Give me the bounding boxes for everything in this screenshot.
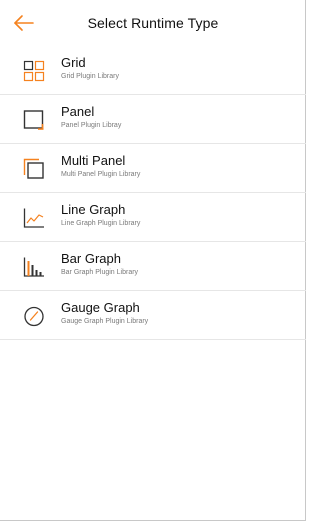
panel-icon bbox=[23, 110, 44, 130]
app-screen: Select Runtime Type Grid Grid Plugin Lib… bbox=[0, 0, 306, 521]
multi-panel-icon bbox=[23, 158, 44, 179]
item-label: Panel bbox=[61, 104, 95, 119]
item-sublabel: Gauge Graph Plugin Library bbox=[61, 318, 149, 325]
line-graph-icon bbox=[23, 208, 44, 228]
item-sublabel: Line Graph Plugin Library bbox=[61, 220, 141, 227]
list-item-bar-graph[interactable]: Bar Graph Bar Graph Plugin Library bbox=[0, 242, 306, 291]
list-item-gauge-graph[interactable]: Gauge Graph Gauge Graph Plugin Library bbox=[0, 291, 306, 340]
item-sublabel: Panel Plugin Libray bbox=[61, 122, 122, 129]
item-sublabel: Multi Panel Plugin Library bbox=[61, 171, 141, 178]
item-label: Line Graph bbox=[61, 202, 126, 217]
header: Select Runtime Type bbox=[0, 0, 306, 46]
item-label: Bar Graph bbox=[61, 251, 121, 266]
item-label: Multi Panel bbox=[61, 153, 126, 168]
item-sublabel: Bar Graph Plugin Library bbox=[61, 269, 139, 276]
item-label: Grid bbox=[61, 55, 86, 70]
gauge-graph-icon bbox=[24, 306, 44, 327]
list-item-multi-panel[interactable]: Multi Panel Multi Panel Plugin Library bbox=[0, 144, 306, 193]
item-sublabel: Grid Plugin Library bbox=[61, 73, 119, 80]
runtime-type-list: Grid Grid Plugin Library Panel Panel Plu… bbox=[0, 46, 306, 340]
list-item-grid[interactable]: Grid Grid Plugin Library bbox=[0, 46, 306, 95]
list-item-panel[interactable]: Panel Panel Plugin Libray bbox=[0, 95, 306, 144]
bar-graph-icon bbox=[23, 257, 44, 277]
list-item-line-graph[interactable]: Line Graph Line Graph Plugin Library bbox=[0, 193, 306, 242]
item-label: Gauge Graph bbox=[61, 300, 140, 315]
page-title: Select Runtime Type bbox=[87, 15, 219, 31]
grid-icon bbox=[23, 60, 45, 82]
